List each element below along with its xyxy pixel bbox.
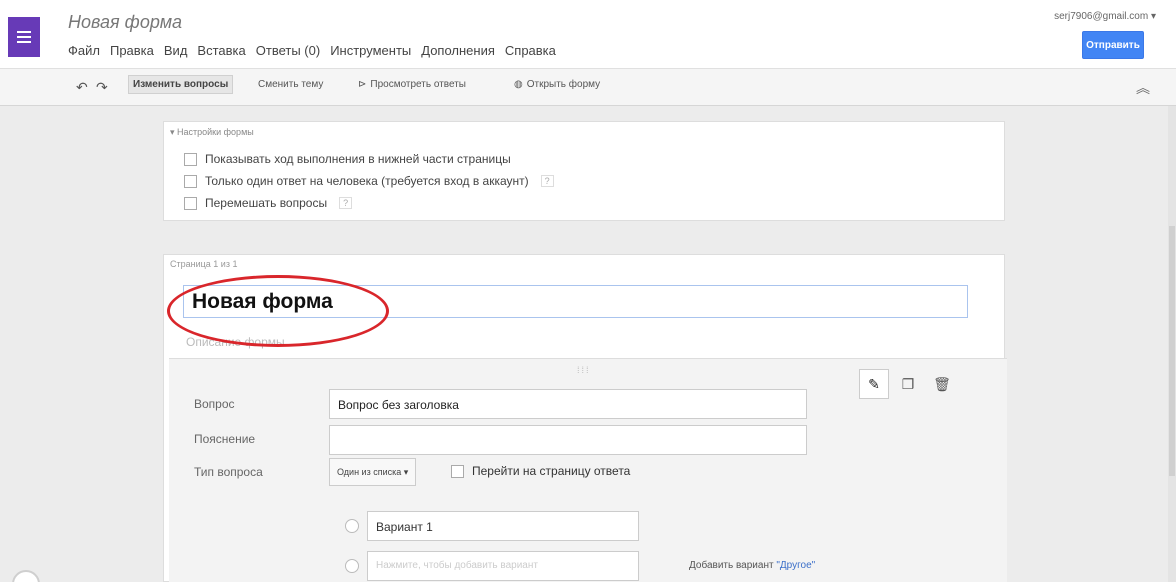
responses-icon: ⊳ (358, 79, 367, 90)
add-other-link[interactable]: "Другое" (776, 560, 815, 571)
toolbar: ↶ ↷ Изменить вопросы Сменить тему ⊳ Прос… (0, 68, 1176, 106)
page-tab: Страница 1 из 1 (170, 259, 238, 269)
menu-insert[interactable]: Вставка (197, 43, 245, 58)
trash-icon[interactable]: 🗑 (927, 369, 957, 399)
edit-pencil-icon[interactable]: ✎ (859, 369, 889, 399)
header: Новая форма Файл Правка Вид Вставка Отве… (0, 0, 1176, 68)
question-type-select[interactable]: Один из списка ▾ (329, 458, 417, 486)
menu-bar: Файл Правка Вид Вставка Ответы (0) Инстр… (68, 43, 556, 58)
setting-one-response-label: Только один ответ на человека (требуется… (205, 174, 529, 188)
view-responses-label: Просмотреть ответы (370, 79, 466, 90)
setting-one-response-row[interactable]: Только один ответ на человека (требуется… (184, 174, 554, 188)
change-theme-button[interactable]: Сменить тему (258, 79, 323, 90)
scrollbar[interactable] (1168, 106, 1176, 582)
goto-page-row[interactable]: Перейти на страницу ответа (451, 464, 630, 478)
edit-questions-button[interactable]: Изменить вопросы (128, 75, 234, 94)
add-other-option: Добавить вариант "Другое" (689, 560, 815, 571)
setting-progress-label: Показывать ход выполнения в нижней части… (205, 152, 511, 166)
help-icon[interactable]: ? (339, 197, 353, 209)
question-title-input[interactable]: Вопрос без заголовка (329, 389, 807, 419)
open-form-button[interactable]: ◍ Открыть форму (514, 79, 600, 90)
edit-questions-label: Изменить вопросы (133, 79, 229, 90)
form-card: Страница 1 из 1 Новая форма Описание фор… (163, 254, 1007, 582)
duplicate-icon[interactable]: ❐ (893, 369, 923, 399)
option-1-input[interactable]: Вариант 1 (367, 511, 639, 541)
document-title[interactable]: Новая форма (68, 12, 182, 33)
menu-view[interactable]: Вид (164, 43, 188, 58)
drag-handle-icon[interactable]: ⁞⁞⁞ (577, 365, 591, 375)
account-email[interactable]: serj7906@gmail.com ▾ (1054, 11, 1156, 22)
option-row: Вариант 1 (345, 511, 639, 541)
question-type-label: Тип вопроса (194, 465, 263, 479)
menu-help[interactable]: Справка (505, 43, 556, 58)
setting-progress-checkbox[interactable] (184, 152, 197, 166)
setting-shuffle-checkbox[interactable] (184, 196, 197, 210)
redo-icon[interactable]: ↷ (96, 79, 108, 96)
open-form-label: Открыть форму (526, 79, 601, 90)
question-hint-input[interactable] (329, 425, 807, 455)
view-responses-button[interactable]: ⊳ Просмотреть ответы (358, 79, 466, 90)
menu-file[interactable]: Файл (68, 43, 100, 58)
add-option-row: Нажмите, чтобы добавить вариант (345, 551, 639, 581)
question-tools: ✎ ❐ 🗑 (859, 369, 957, 399)
annotation-highlight-circle (167, 275, 389, 347)
menu-addons[interactable]: Дополнения (421, 43, 495, 58)
send-button[interactable]: Отправить (1082, 31, 1144, 59)
globe-icon: ◍ (514, 79, 523, 90)
help-icon[interactable]: ? (540, 175, 554, 187)
option-radio-icon (345, 559, 359, 573)
menu-tools[interactable]: Инструменты (330, 43, 411, 58)
scrollbar-thumb[interactable] (1169, 226, 1175, 476)
undo-icon[interactable]: ↶ (76, 79, 88, 96)
help-circle-icon[interactable] (12, 570, 40, 582)
forms-app-icon[interactable] (8, 17, 40, 57)
option-radio-icon (345, 519, 359, 533)
goto-page-checkbox[interactable] (451, 464, 464, 478)
collapse-icon[interactable]: ︽ (1136, 78, 1150, 98)
hint-label: Пояснение (194, 432, 256, 446)
form-settings-toggle[interactable]: ▾ Настройки формы (170, 127, 254, 138)
menu-responses[interactable]: Ответы (0) (256, 43, 320, 58)
question-label: Вопрос (194, 397, 235, 411)
setting-progress-row[interactable]: Показывать ход выполнения в нижней части… (184, 152, 511, 166)
menu-edit[interactable]: Правка (110, 43, 154, 58)
goto-page-label: Перейти на страницу ответа (472, 464, 631, 478)
question-editor: ⁞⁞⁞ ✎ ❐ 🗑 Вопрос Вопрос без заголовка По… (169, 358, 1007, 582)
add-option-input[interactable]: Нажмите, чтобы добавить вариант (367, 551, 639, 581)
setting-shuffle-label: Перемешать вопросы (205, 196, 328, 210)
setting-shuffle-row[interactable]: Перемешать вопросы ? (184, 196, 353, 210)
setting-one-response-checkbox[interactable] (184, 174, 197, 188)
change-theme-label: Сменить тему (258, 79, 324, 90)
form-settings-panel: ▾ Настройки формы Показывать ход выполне… (163, 121, 1005, 221)
add-other-prefix: Добавить вариант (689, 560, 777, 571)
